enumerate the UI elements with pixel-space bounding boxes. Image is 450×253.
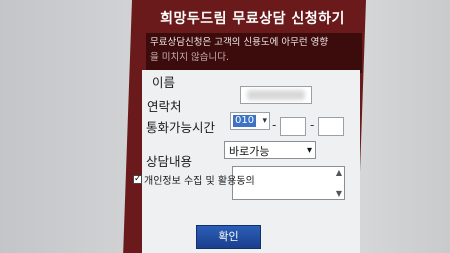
notice-line-1: 무료상담신청은 고객의 신용도에 아무런 영향 [150,37,329,48]
chevron-down-icon: ▾ [262,116,267,126]
notice-line-2: 을 미치지 않습니다. [150,52,229,63]
phone-prefix-value: 010 [233,115,257,127]
available-time-select[interactable]: 바로가능 ▾ [224,141,316,159]
phone-last-field[interactable] [318,117,344,136]
scroll-down-icon[interactable]: ▼ [336,189,342,198]
phone-label: 연락처 [147,99,182,114]
background-right [355,0,450,253]
chevron-down-icon: ▾ [306,145,312,156]
available-time-label: 통화가능시간 [146,120,216,135]
available-time-value: 바로가능 [229,145,270,158]
phone-dash-2: - [310,118,315,132]
confirm-button[interactable]: 확인 [196,225,261,249]
name-label: 이름 [152,75,176,90]
name-value-blurred [247,90,305,100]
form-title: 희망두드림 무료상담 신청하기 [160,11,345,27]
notice-box: 무료상담신청은 고객의 신용도에 아무런 영향 을 미치지 않습니다. [146,33,362,73]
phone-middle-field[interactable] [280,117,306,136]
consent-label: 개인정보 수집 및 활용동의 [144,176,255,187]
phone-dash-1: - [272,118,277,132]
scroll-up-icon[interactable]: ▲ [336,168,342,177]
consent-checkbox[interactable]: ✓ [133,175,142,184]
phone-prefix-select[interactable]: 010 ▾ [230,112,270,130]
name-field[interactable] [240,86,312,104]
consult-content-label: 상담내용 [146,154,193,169]
